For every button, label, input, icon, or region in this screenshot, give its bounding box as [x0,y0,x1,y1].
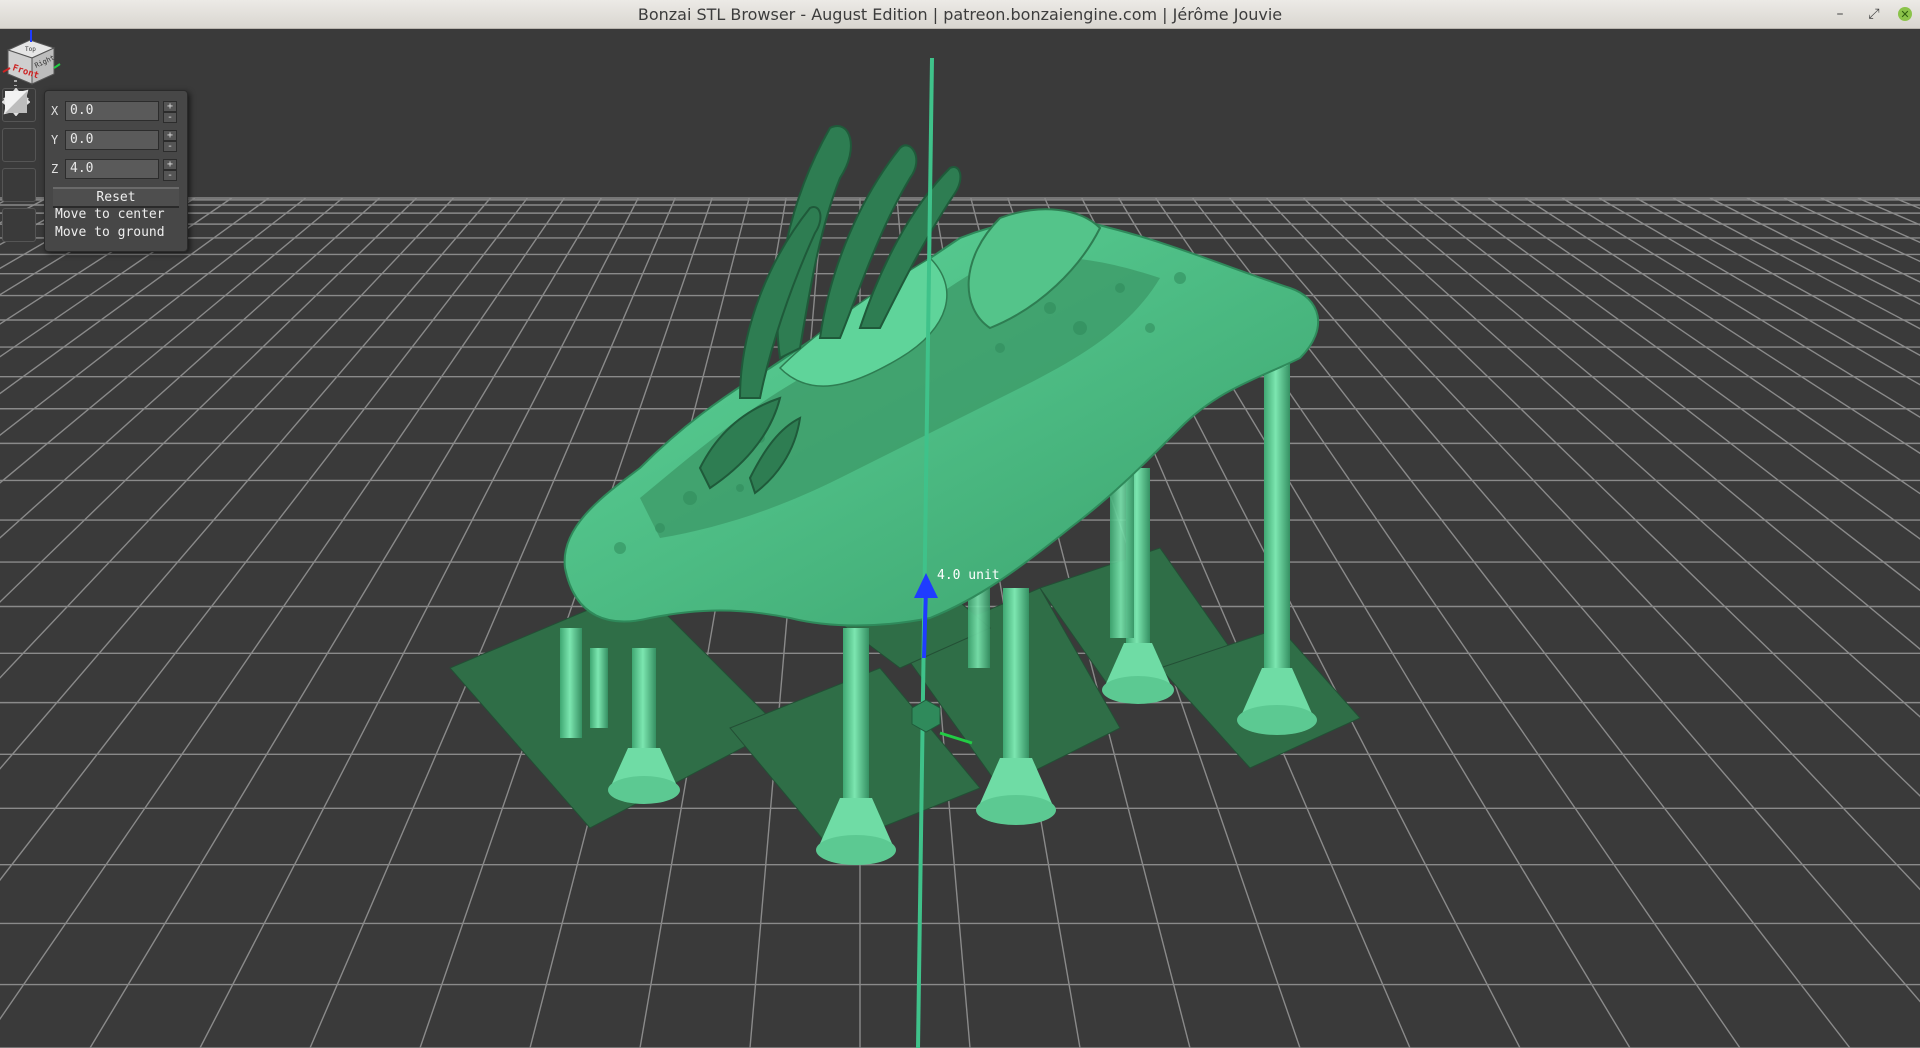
grid-line [1746,197,1920,283]
grid-line [0,197,270,395]
grid-line [89,197,602,1048]
z-decrement-button[interactable]: - [163,170,177,181]
y-input[interactable]: 0.0 [65,130,159,150]
grid-line [1635,197,1920,357]
z-row: Z 4.0 + - [51,157,183,181]
grid-line [1672,197,1920,330]
grid-line [0,197,196,325]
close-button[interactable]: ✕ [1898,7,1912,21]
rotate-tool-button[interactable] [2,92,36,162]
x-row: X 0.0 + - [51,99,183,123]
y-stepper[interactable]: + - [163,130,177,152]
window-controls: – ⤢ ✕ [1830,4,1912,24]
plane-tool-icon [5,91,27,113]
grid-line [1524,197,1920,455]
title-bar: Bonzai STL Browser - August Edition | pa… [0,0,1920,29]
grid-line [0,197,11,204]
grid-line [1339,197,1920,718]
y-row: Y 0.0 + - [51,128,183,152]
grid-line [1229,197,1920,1003]
grid-line [0,197,528,882]
z-increment-button[interactable]: + [163,159,177,170]
scene-canvas[interactable] [0,28,1920,1048]
gizmo-distance-label: 4.0 unit [937,568,1000,583]
x-decrement-button[interactable]: - [163,112,177,123]
left-toolbar [2,88,36,242]
grid-line [1783,197,1920,263]
grid-line [0,197,85,246]
grid-line [1265,197,1920,891]
y-label: Y [51,133,59,147]
z-input[interactable]: 4.0 [65,159,159,179]
3d-viewport[interactable]: 4.0 unit X 0.0 + - Y 0.0 + - Z 4.0 + - R… [0,28,1920,1048]
plane-tool-button[interactable] [2,91,36,242]
z-stepper[interactable]: + - [163,159,177,181]
move-to-ground-button[interactable]: Move to ground [53,224,181,241]
grid-line [0,197,418,603]
grid-line [1302,197,1920,797]
y-decrement-button[interactable]: - [163,141,177,152]
x-increment-button[interactable]: + [163,101,177,112]
view-cube[interactable]: Front Right Top [0,28,62,90]
grid-line [1413,197,1920,592]
x-input[interactable]: 0.0 [65,101,159,121]
grid-line [1376,197,1920,650]
y-increment-button[interactable]: + [163,130,177,141]
grid-line [0,197,565,1021]
x-label: X [51,104,59,118]
grid-line [0,197,122,270]
reset-button[interactable]: Reset [53,187,179,208]
viewcube-top-label[interactable]: Top [25,46,36,53]
grid-line [0,197,233,358]
minimize-button[interactable]: – [1830,4,1850,24]
window-title: Bonzai STL Browser - August Edition | pa… [637,4,1283,24]
transform-panel: X 0.0 + - Y 0.0 + - Z 4.0 + - Reset Move… [44,90,188,252]
grid-line [1820,197,1920,244]
grid-line [1894,197,1920,210]
stl-model[interactable] [563,125,1319,627]
restore-button[interactable]: ⤢ [1864,4,1884,24]
move-to-center-button[interactable]: Move to center [53,206,181,223]
grid-line [0,197,159,296]
x-stepper[interactable]: + - [163,101,177,123]
grid-line [1598,197,1920,386]
scale-tool-button[interactable] [2,89,36,202]
grid-line [0,197,491,770]
grid-line [0,197,48,224]
z-label: Z [51,162,59,176]
